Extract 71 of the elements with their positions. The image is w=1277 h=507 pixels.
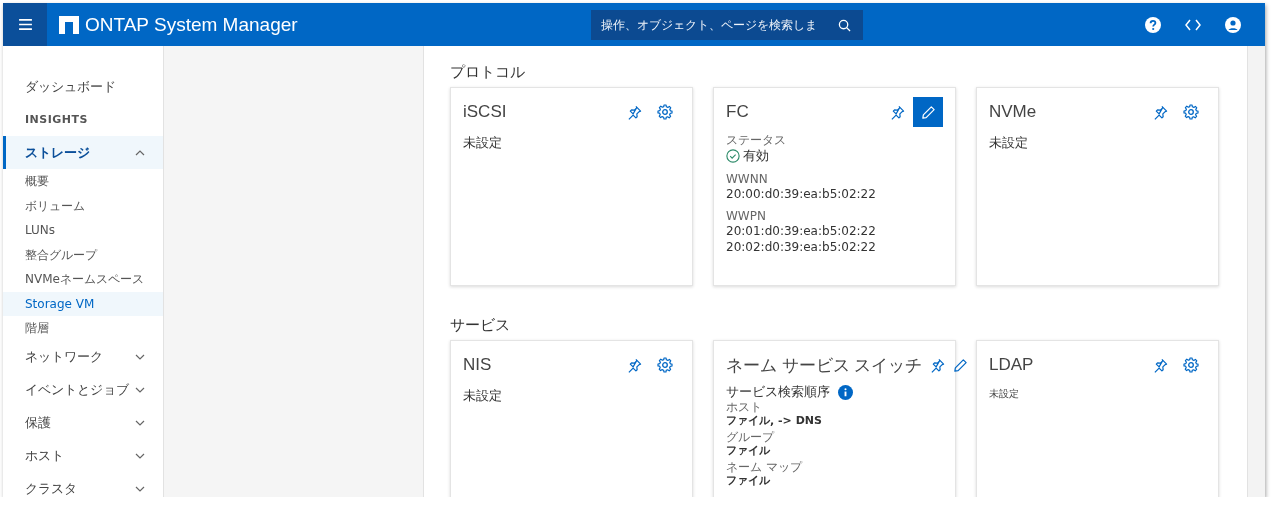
- status-value: 有効: [743, 147, 769, 165]
- card-title: NVMe: [989, 102, 1038, 122]
- pencil-icon: [920, 104, 936, 120]
- edit-button[interactable]: [913, 97, 943, 127]
- card-title: ネーム サービス スイッチ: [726, 354, 923, 377]
- nav-item[interactable]: ホスト: [3, 439, 163, 473]
- card-title: LDAP: [989, 355, 1035, 375]
- menu-icon: [18, 19, 32, 30]
- card-text: 未設定: [989, 387, 1020, 401]
- chevron-down-icon: [135, 486, 145, 492]
- field-value: 20:02:d0:39:ea:b5:02:22: [726, 239, 877, 255]
- nav-subitem[interactable]: ボリューム: [3, 193, 163, 218]
- nav-item[interactable]: ダッシュボード: [3, 70, 163, 103]
- nav-subitem[interactable]: Storage VM: [3, 291, 163, 316]
- pin-icon[interactable]: [930, 357, 946, 373]
- card-title: NIS: [463, 355, 493, 375]
- search-icon[interactable]: [837, 18, 851, 32]
- field-label: WWNN: [726, 173, 769, 186]
- nav-item[interactable]: ストレージ: [3, 136, 163, 169]
- field-label: ホスト: [726, 401, 763, 414]
- app-title: ONTAP System Manager: [85, 13, 298, 36]
- help-icon[interactable]: [1145, 16, 1161, 33]
- nav-item[interactable]: 保護: [3, 406, 163, 440]
- nav-subitem[interactable]: 概要: [3, 169, 163, 194]
- info-icon[interactable]: [838, 384, 853, 400]
- nav-subitem[interactable]: LUNs: [3, 218, 163, 243]
- section-title: サービス: [450, 316, 511, 336]
- chevron-down-icon: [135, 387, 145, 393]
- nav-item[interactable]: イベントとジョブ: [3, 373, 163, 407]
- nav-subitem[interactable]: 階層: [3, 316, 163, 341]
- field-label: ステータス: [726, 134, 787, 147]
- section-title: プロトコル: [450, 63, 526, 83]
- card-title: iSCSI: [463, 102, 508, 122]
- field-value: ファイル: [726, 444, 771, 457]
- field-label: ネーム マップ: [726, 461, 804, 474]
- chevron-down-icon: [135, 420, 145, 426]
- gear-icon: [1183, 357, 1199, 373]
- nav-item[interactable]: ネットワーク: [3, 340, 163, 374]
- check-circle-icon: [726, 149, 740, 163]
- gear-icon: [657, 104, 673, 120]
- chevron-down-icon: [135, 354, 145, 360]
- field-value: 20:01:d0:39:ea:b5:02:22: [726, 223, 877, 239]
- card-text: 未設定: [989, 134, 1029, 152]
- pin-icon[interactable]: [890, 104, 905, 120]
- field-value: 20:00:d0:39:ea:b5:02:22: [726, 186, 877, 202]
- search-field[interactable]: 操作、オブジェクト、ページを検索しま: [590, 9, 863, 40]
- user-icon[interactable]: [1225, 16, 1241, 33]
- pin-icon[interactable]: [1153, 357, 1168, 373]
- subheading: サービス検索順序: [726, 383, 830, 401]
- card-text: 未設定: [463, 387, 503, 405]
- card-text: 未設定: [463, 134, 503, 152]
- pin-icon[interactable]: [1153, 104, 1168, 120]
- gear-icon: [657, 357, 673, 373]
- gear-icon: [1183, 104, 1199, 120]
- field-label: グループ: [726, 431, 776, 444]
- nav-item[interactable]: クラスタ: [3, 472, 163, 497]
- nav-subitem[interactable]: NVMeネームスペース: [3, 267, 163, 292]
- card-title: FC: [726, 102, 750, 122]
- logo-icon: [59, 15, 79, 34]
- nav-subitem[interactable]: 整合グループ: [3, 242, 163, 267]
- pin-icon[interactable]: [627, 104, 642, 120]
- nav-item[interactable]: INSIGHTS: [3, 103, 163, 136]
- code-icon[interactable]: [1185, 18, 1201, 31]
- pin-icon[interactable]: [627, 357, 642, 373]
- chevron-down-icon: [135, 453, 145, 459]
- chevron-up-icon: [135, 149, 145, 156]
- pencil-icon: [953, 357, 969, 373]
- menu-button[interactable]: [3, 3, 47, 46]
- field-value: ファイル, -> DNS: [726, 414, 823, 427]
- field-label: WWPN: [726, 210, 767, 223]
- field-value: ファイル: [726, 474, 771, 487]
